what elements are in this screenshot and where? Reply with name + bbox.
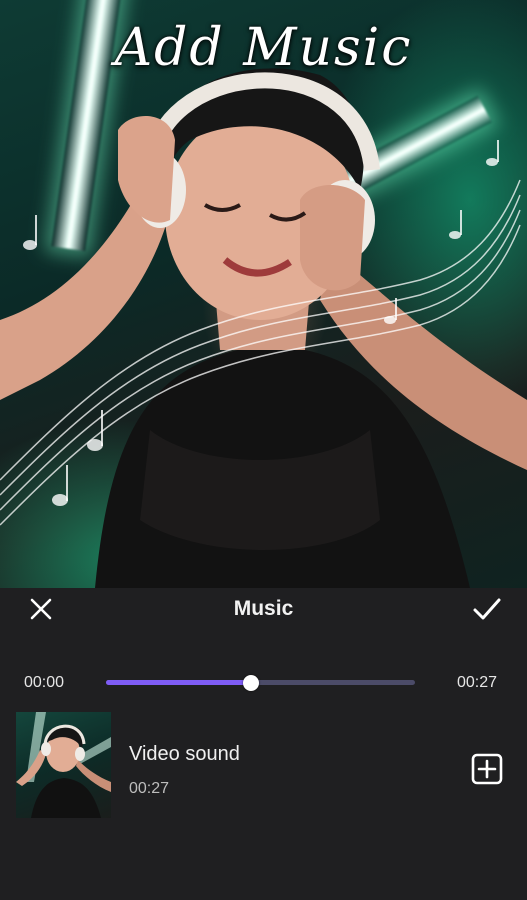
track-thumbnail	[16, 712, 111, 818]
track-duration: 00:27	[129, 780, 170, 797]
current-time: 00:00	[24, 674, 65, 691]
music-editor-panel: Music 00:00 00:27 Video sound 00:27	[0, 588, 527, 900]
video-preview: Add Music	[0, 0, 527, 588]
playback-slider[interactable]	[106, 675, 415, 691]
panel-toolbar: Music	[0, 588, 527, 634]
track-name: Video sound	[129, 743, 240, 765]
playback-progress	[106, 680, 252, 685]
add-square-icon	[471, 753, 503, 785]
playback-slider-thumb[interactable]	[243, 675, 260, 691]
woman-with-headphones-photo	[0, 68, 527, 588]
thumbnail-image	[16, 712, 111, 818]
add-music-overlay-title: Add Music	[114, 18, 413, 78]
checkmark-icon	[473, 598, 501, 620]
confirm-button[interactable]	[467, 589, 507, 629]
add-music-button[interactable]	[470, 752, 504, 786]
panel-title: Music	[233, 597, 294, 620]
total-time: 00:27	[457, 674, 498, 691]
music-list-item[interactable]: Video sound 00:27	[0, 710, 527, 820]
